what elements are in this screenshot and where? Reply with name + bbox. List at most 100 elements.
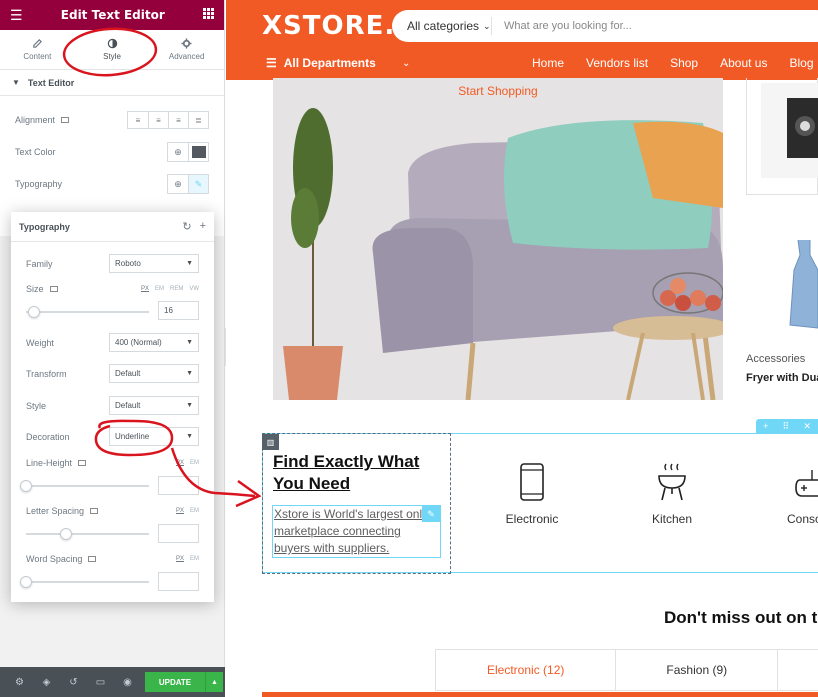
unit-px[interactable]: PX <box>176 460 184 466</box>
globe-icon[interactable]: ⊕ <box>168 175 188 193</box>
settings-gear-icon[interactable]: ⚙ <box>6 677 33 688</box>
plus-icon[interactable]: + <box>200 220 206 233</box>
edit-widget-pencil-icon[interactable]: ✎ <box>422 506 440 522</box>
product-card-image[interactable] <box>746 78 818 195</box>
letter-spacing-units: PX EM <box>176 508 199 514</box>
site-logo[interactable]: XSTORE. <box>262 11 395 41</box>
dress-image[interactable] <box>786 240 818 330</box>
panel-header: ☰ Edit Text Editor <box>0 0 224 30</box>
unit-em[interactable]: EM <box>155 286 164 292</box>
chevron-down-icon[interactable]: ⌄ <box>402 58 410 69</box>
tab-content-label: Content <box>23 52 52 61</box>
nav-link-home[interactable]: Home <box>532 56 564 70</box>
start-shopping-link[interactable]: Start Shopping <box>273 84 723 98</box>
desktop-icon[interactable] <box>90 508 99 514</box>
unit-px[interactable]: PX <box>176 508 184 514</box>
desktop-icon[interactable] <box>88 556 97 562</box>
category-kitchen[interactable]: Kitchen <box>622 462 722 526</box>
align-justify-icon[interactable]: ≣ <box>188 112 208 128</box>
family-select[interactable]: Roboto ▼ <box>109 254 199 273</box>
responsive-mode-icon[interactable]: ▭ <box>87 677 114 688</box>
preview-eye-icon[interactable]: ◉ <box>114 677 141 688</box>
desktop-icon[interactable] <box>49 286 58 292</box>
style-value: Default <box>115 401 141 410</box>
family-value: Roboto <box>115 259 141 268</box>
word-spacing-input[interactable] <box>158 572 199 591</box>
widgets-grid-icon[interactable] <box>203 6 214 24</box>
nav-link-about[interactable]: About us <box>720 56 767 70</box>
unit-em[interactable]: EM <box>190 460 199 466</box>
unit-px[interactable]: PX <box>176 556 184 562</box>
caret-down-icon: ▼ <box>12 78 20 87</box>
add-section-icon[interactable]: + <box>763 421 768 431</box>
all-departments-menu[interactable]: ☰ All Departments <box>266 56 376 70</box>
letter-spacing-input[interactable] <box>158 524 199 543</box>
category-select[interactable]: All categories ⌄ <box>392 17 492 35</box>
dropdown-arrow-icon: ▼ <box>186 260 193 267</box>
section-drag-handle-icon[interactable]: ⠿ <box>783 421 790 432</box>
style-select[interactable]: Default ▼ <box>109 396 199 415</box>
update-button[interactable]: UPDATE <box>145 672 205 692</box>
section-toggle-text-editor[interactable]: ▼ Text Editor <box>0 70 224 96</box>
nav-link-blog[interactable]: Blog <box>789 56 813 70</box>
line-height-slider-handle[interactable] <box>20 480 32 492</box>
accent-divider <box>262 692 818 697</box>
product-category[interactable]: Accessories <box>746 353 805 365</box>
text-color-label: Text Color <box>15 147 56 157</box>
globe-icon[interactable]: ⊕ <box>168 143 188 161</box>
word-spacing-slider[interactable] <box>20 576 149 588</box>
word-spacing-slider-handle[interactable] <box>20 576 32 588</box>
letter-spacing-label: Letter Spacing <box>26 506 85 516</box>
transform-label: Transform <box>26 368 67 379</box>
size-input[interactable]: 16 <box>158 301 199 320</box>
desktop-icon[interactable] <box>61 117 70 123</box>
align-center-icon[interactable]: ≡ <box>148 112 168 128</box>
tab-electronic[interactable]: Electronic (12) <box>435 649 617 691</box>
column-handle-icon[interactable]: ▥ <box>262 434 279 450</box>
product-title[interactable]: Fryer with Dual <box>746 372 818 384</box>
size-slider[interactable] <box>26 306 149 318</box>
update-options-caret-icon[interactable]: ▲ <box>205 672 223 692</box>
decoration-select[interactable]: Underline ▼ <box>109 427 199 446</box>
section-heading[interactable]: Find Exactly What You Need <box>273 451 433 495</box>
hamburger-menu-icon[interactable]: ☰ <box>10 7 23 24</box>
tab-content[interactable]: Content <box>0 30 75 69</box>
smartphone-icon <box>520 463 544 501</box>
size-slider-handle[interactable] <box>28 306 40 318</box>
tab-fashion[interactable]: Fashion (9) <box>615 649 779 691</box>
panel-footer: ⚙ ◈ ↺ ▭ ◉ UPDATE ▲ <box>0 667 225 697</box>
line-height-slider[interactable] <box>20 480 149 492</box>
unit-vw[interactable]: VW <box>189 286 199 292</box>
category-label: Electronic <box>505 512 559 526</box>
tab-more[interactable] <box>777 649 818 691</box>
weight-label: Weight <box>26 337 54 348</box>
history-icon[interactable]: ↺ <box>60 677 87 688</box>
transform-select[interactable]: Default ▼ <box>109 364 199 383</box>
letter-spacing-slider-handle[interactable] <box>60 528 72 540</box>
letter-spacing-slider[interactable] <box>26 528 149 540</box>
desktop-icon[interactable] <box>78 460 87 466</box>
align-left-icon[interactable]: ≡ <box>128 112 148 128</box>
tab-style[interactable]: Style <box>74 30 150 69</box>
weight-select[interactable]: 400 (Normal) ▼ <box>109 333 199 352</box>
line-height-input[interactable] <box>158 476 199 495</box>
alignment-buttons: ≡ ≡ ≡ ≣ <box>127 111 209 129</box>
nav-link-vendors[interactable]: Vendors list <box>586 56 648 70</box>
category-consoles[interactable]: Consoles <box>762 462 818 526</box>
color-picker-swatch[interactable] <box>188 143 208 161</box>
unit-px[interactable]: PX <box>141 286 149 292</box>
text-editor-widget[interactable]: Xstore is World's largest online marketp… <box>272 505 441 558</box>
nav-link-shop[interactable]: Shop <box>670 56 698 70</box>
tab-advanced[interactable]: Advanced <box>149 30 224 69</box>
category-electronic[interactable]: Electronic <box>482 462 582 526</box>
delete-section-icon[interactable]: ✕ <box>803 421 811 432</box>
navigator-layers-icon[interactable]: ◈ <box>33 677 60 688</box>
search-input[interactable]: What are you looking for... <box>492 20 632 32</box>
unit-em[interactable]: EM <box>190 556 199 562</box>
unit-em[interactable]: EM <box>190 508 199 514</box>
unit-rem[interactable]: REM <box>170 286 183 292</box>
reset-icon[interactable]: ↻ <box>182 220 191 233</box>
align-right-icon[interactable]: ≡ <box>168 112 188 128</box>
decoration-label: Decoration <box>26 431 70 442</box>
edit-typography-pencil-icon[interactable]: ✎ <box>188 175 208 193</box>
